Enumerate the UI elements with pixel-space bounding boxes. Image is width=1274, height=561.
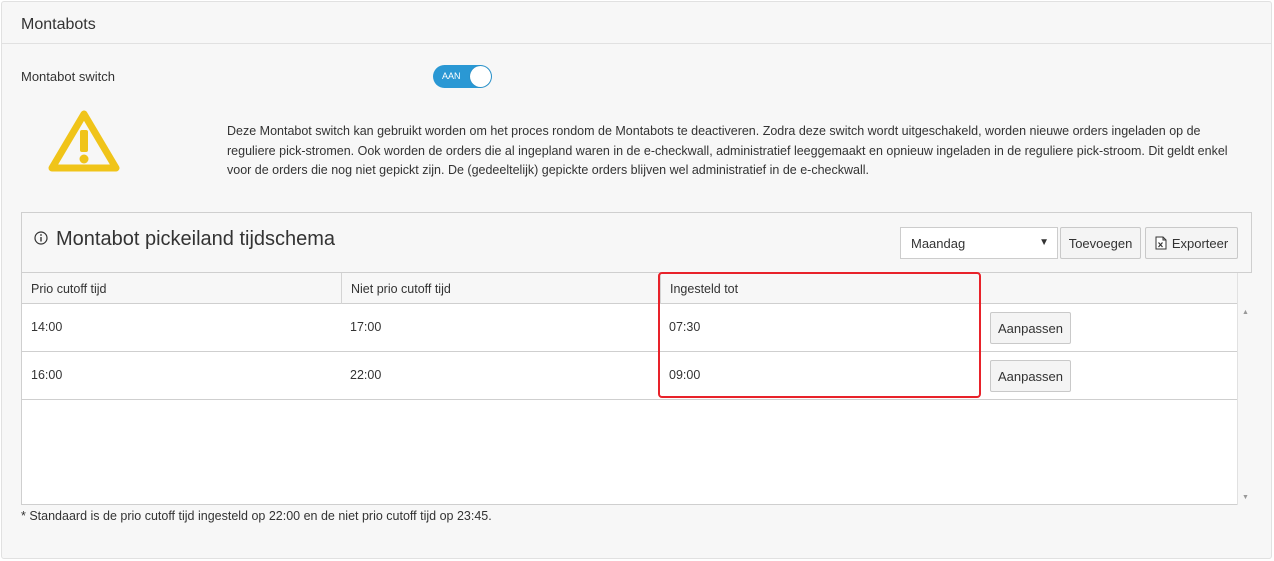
add-button[interactable]: Toevoegen [1060, 227, 1141, 259]
warning-triangle-icon [48, 110, 120, 172]
cell-ingesteld-tot: 07:30 [669, 320, 701, 334]
column-header-niet-prio[interactable]: Niet prio cutoff tijd [341, 273, 660, 304]
cell-niet-prio: 22:00 [350, 368, 382, 382]
day-select[interactable]: Maandag ▼ [900, 227, 1058, 259]
export-button[interactable]: Exporteer [1145, 227, 1238, 259]
column-header-prio[interactable]: Prio cutoff tijd [22, 273, 341, 304]
montabots-panel: Montabots Montabot switch AAN Deze Monta… [1, 1, 1272, 559]
footnote: * Standaard is de prio cutoff tijd inges… [21, 509, 492, 523]
scroll-down-arrow-icon[interactable]: ▼ [1242, 494, 1249, 501]
edit-button-label: Aanpassen [997, 368, 1064, 384]
scroll-up-arrow-icon[interactable]: ▲ [1242, 309, 1249, 316]
info-icon [34, 231, 48, 245]
switch-label: Montabot switch [21, 69, 115, 84]
schedule-table-panel: Montabot pickeiland tijdschema Maandag ▼… [21, 212, 1252, 505]
cell-prio: 16:00 [31, 368, 63, 382]
montabot-toggle[interactable]: AAN [433, 65, 492, 88]
schedule-title: Montabot pickeiland tijdschema [56, 228, 336, 250]
edit-button[interactable]: Aanpassen [990, 360, 1071, 392]
toggle-knob [470, 66, 491, 87]
panel-title: Montabots [2, 2, 1271, 44]
add-button-label: Toevoegen [1068, 235, 1133, 251]
table-row: 14:00 17:00 07:30 Aanpassen [22, 304, 1237, 352]
edit-button[interactable]: Aanpassen [990, 312, 1071, 344]
cell-niet-prio: 17:00 [350, 320, 382, 334]
cell-ingesteld-tot: 09:00 [669, 368, 701, 382]
caret-down-icon: ▼ [1039, 237, 1049, 248]
day-select-value: Maandag [911, 236, 966, 251]
table-row: 16:00 22:00 09:00 Aanpassen [22, 352, 1237, 400]
column-header-actions [979, 273, 1237, 304]
column-header-ingesteld-tot[interactable]: Ingesteld tot [660, 273, 979, 304]
excel-file-icon [1155, 236, 1167, 250]
toggle-state-label: AAN [442, 71, 461, 81]
export-button-label: Exporteer [1171, 235, 1229, 251]
edit-button-label: Aanpassen [997, 320, 1064, 336]
schedule-header: Montabot pickeiland tijdschema Maandag ▼… [22, 213, 1251, 273]
vertical-scrollbar[interactable]: ▲ ▼ [1237, 273, 1252, 505]
warning-text: Deze Montabot switch kan gebruikt worden… [227, 124, 1228, 177]
cell-prio: 14:00 [31, 320, 63, 334]
table-header: Prio cutoff tijd Niet prio cutoff tijd I… [22, 273, 1237, 304]
